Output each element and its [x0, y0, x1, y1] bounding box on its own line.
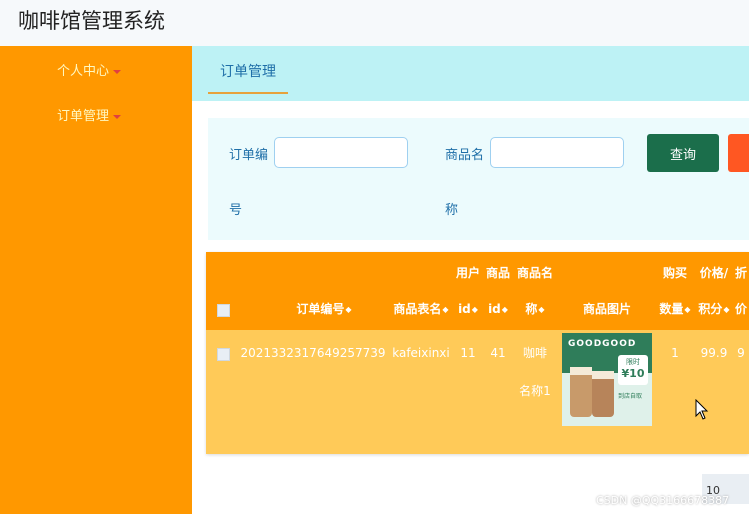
sort-icon: ◆	[538, 304, 545, 314]
product-name-label: 商品名	[445, 148, 485, 163]
thumb-price: ¥10	[621, 367, 645, 380]
cell-last: 9	[737, 346, 745, 360]
sidebar: 个人中心 订单管理	[0, 46, 192, 514]
sort-icon: ◆	[723, 304, 730, 314]
search-panel: 订单编 号 商品名 称 查询	[208, 118, 749, 240]
order-no-label: 订单编	[229, 148, 269, 163]
col-qty[interactable]: 数量◆	[654, 296, 696, 323]
col-product-id-top: 商品	[485, 266, 510, 280]
caret-down-icon	[113, 114, 122, 119]
sidebar-item-personal-center[interactable]: 个人中心	[57, 60, 122, 79]
col-product-table[interactable]: 商品表名◆	[390, 296, 452, 323]
thumb-tag: 限时	[626, 358, 640, 366]
col-product-name-top: 商品名	[516, 266, 553, 280]
col-price[interactable]: 积分◆	[696, 296, 732, 323]
col-price-top: 价格/	[699, 266, 729, 280]
row-checkbox[interactable]	[217, 348, 230, 361]
tab-order-management[interactable]: 订单管理	[208, 46, 288, 94]
table-header: 订单编号◆ 商品表名◆ 用户 id◆ 商品 id◆ 商品名 称◆ 商品图片 购买…	[206, 252, 749, 330]
app-title: 咖啡馆管理系统	[18, 9, 165, 33]
cell-qty: 1	[671, 346, 679, 360]
sort-icon: ◆	[345, 304, 352, 314]
thumb-caption: 到店自取	[618, 393, 643, 400]
col-user-id[interactable]: id◆	[454, 296, 482, 323]
orders-table: 订单编号◆ 商品表名◆ 用户 id◆ 商品 id◆ 商品名 称◆ 商品图片 购买…	[206, 252, 749, 454]
thumb-price-box: 限时 ¥10	[618, 355, 648, 385]
coffee-cup-icon	[592, 371, 614, 417]
sidebar-item-label: 个人中心	[57, 64, 110, 79]
product-name-label-wrap: 称	[445, 203, 459, 218]
sort-icon: ◆	[684, 304, 691, 314]
order-no-label-wrap: 号	[229, 203, 243, 218]
product-image: GOODGOOD 限时 ¥10 到店自取	[562, 333, 652, 426]
reset-button[interactable]	[728, 134, 749, 172]
watermark: CSDN @QQ3166678387	[596, 494, 730, 507]
tab-bar: 订单管理	[192, 46, 749, 101]
col-user-id-top: 用户	[455, 266, 480, 280]
col-product-image: 商品图片	[582, 302, 631, 316]
cell-product-name: 咖啡	[522, 346, 547, 360]
cell-user-id: 11	[460, 346, 476, 360]
order-no-input[interactable]	[274, 137, 408, 168]
cell-product-id: 41	[490, 346, 506, 360]
sidebar-item-order-management[interactable]: 订单管理	[57, 105, 122, 124]
col-order-no[interactable]: 订单编号◆	[264, 296, 384, 323]
coffee-cup-icon	[570, 367, 592, 417]
thumb-brand: GOODGOOD	[568, 339, 637, 349]
product-name-input[interactable]	[490, 137, 624, 168]
sort-icon: ◆	[471, 304, 478, 314]
sidebar-item-label: 订单管理	[57, 109, 110, 124]
main-content: 订单管理 订单编 号 商品名 称 查询 订单编号◆ 商品表名◆ 用户 id◆ 商…	[192, 46, 749, 514]
caret-down-icon	[113, 69, 122, 74]
col-last-top: 折	[734, 266, 747, 280]
mouse-cursor-icon	[695, 399, 709, 420]
query-button[interactable]: 查询	[647, 134, 719, 172]
cell-product-name-wrap: 名称1	[519, 384, 551, 398]
col-product-name[interactable]: 称◆	[514, 296, 556, 323]
col-qty-top: 购买	[662, 266, 687, 280]
col-last: 价	[734, 302, 747, 316]
cell-order-no: 2021332317649257739	[240, 346, 386, 360]
col-product-id[interactable]: id◆	[484, 296, 512, 323]
sort-icon: ◆	[442, 304, 449, 314]
cell-product-table: kafeixinxi	[392, 346, 450, 360]
select-all-checkbox[interactable]	[217, 304, 230, 317]
top-header: 咖啡馆管理系统	[0, 0, 749, 46]
cell-price: 99.9	[700, 346, 728, 360]
sort-icon: ◆	[501, 304, 508, 314]
